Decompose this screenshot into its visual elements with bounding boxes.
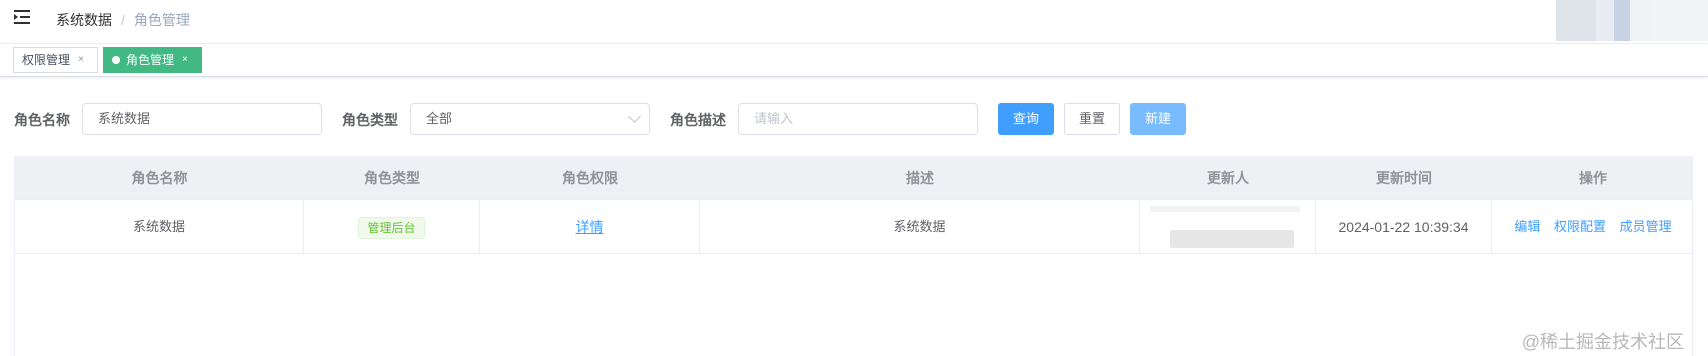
cell-updater (1140, 200, 1316, 254)
column-header-actions: 操作 (1579, 170, 1607, 186)
role-name-label: 角色名称 (14, 112, 70, 128)
tab-label: 角色管理 (126, 53, 175, 67)
column-header-description: 描述 (906, 170, 934, 186)
tags-view: 权限管理 × 角色管理 × (0, 44, 1708, 77)
role-name-input[interactable]: 系统数据 (82, 103, 322, 135)
column-header-role-type: 角色类型 (364, 170, 420, 186)
table-row: 系统数据 管理后台 详情 系统数据 2024-01-22 10:39:34 编辑… (15, 200, 1692, 254)
cell-description: 系统数据 (700, 200, 1140, 254)
column-header-updated-at: 更新时间 (1376, 170, 1432, 186)
role-type-tag: 管理后台 (358, 216, 425, 239)
redacted-updater (1150, 206, 1300, 212)
watermark: @稀土掘金技术社区 (1521, 332, 1684, 352)
hamburger-icon[interactable] (14, 9, 32, 25)
redacted-updater (1170, 230, 1294, 248)
tab-role-management[interactable]: 角色管理 × (103, 47, 202, 73)
permission-config-button[interactable]: 权限配置 (1554, 219, 1606, 234)
column-header-role-permission: 角色权限 (562, 170, 618, 186)
role-type-label: 角色类型 (342, 112, 398, 128)
column-header-role-name: 角色名称 (131, 170, 188, 186)
navbar: 系统数据 / 角色管理 (0, 0, 1708, 44)
cell-role-permission: 详情 (480, 200, 700, 254)
role-desc-label: 角色描述 (670, 112, 726, 128)
member-management-button[interactable]: 成员管理 (1620, 219, 1672, 234)
role-table: 角色名称 角色类型 角色权限 描述 更新人 更新时间 操作 系统数据 管理后台 … (14, 156, 1693, 356)
tab-permission-management[interactable]: 权限管理 × (13, 47, 98, 73)
breadcrumb: 系统数据 / 角色管理 (56, 10, 190, 30)
reset-button[interactable]: 重置 (1064, 103, 1120, 135)
cell-role-type: 管理后台 (304, 200, 480, 254)
permission-detail-link[interactable]: 详情 (576, 219, 604, 235)
table-header: 角色名称 角色类型 角色权限 描述 更新人 更新时间 操作 (15, 156, 1692, 200)
role-type-select[interactable]: 全部 (410, 103, 650, 135)
query-button[interactable]: 查询 (998, 103, 1054, 135)
breadcrumb-separator: / (121, 12, 125, 28)
avatar[interactable] (1556, 0, 1708, 41)
role-desc-input[interactable]: 请输入 (738, 103, 978, 135)
chevron-down-icon (628, 110, 641, 123)
role-type-value: 全部 (426, 111, 453, 126)
column-header-updater: 更新人 (1207, 170, 1249, 186)
create-button[interactable]: 新建 (1130, 103, 1186, 135)
cell-actions: 编辑 权限配置 成员管理 (1492, 200, 1694, 254)
active-dot-icon (112, 56, 120, 64)
cell-role-name: 系统数据 (15, 200, 304, 254)
close-icon[interactable]: × (182, 48, 188, 72)
breadcrumb-root[interactable]: 系统数据 (56, 10, 112, 30)
cell-updated-at: 2024-01-22 10:39:34 (1316, 200, 1492, 254)
breadcrumb-current: 角色管理 (133, 12, 190, 28)
edit-button[interactable]: 编辑 (1514, 219, 1540, 234)
tab-label: 权限管理 (22, 53, 71, 67)
close-icon[interactable]: × (78, 48, 84, 72)
